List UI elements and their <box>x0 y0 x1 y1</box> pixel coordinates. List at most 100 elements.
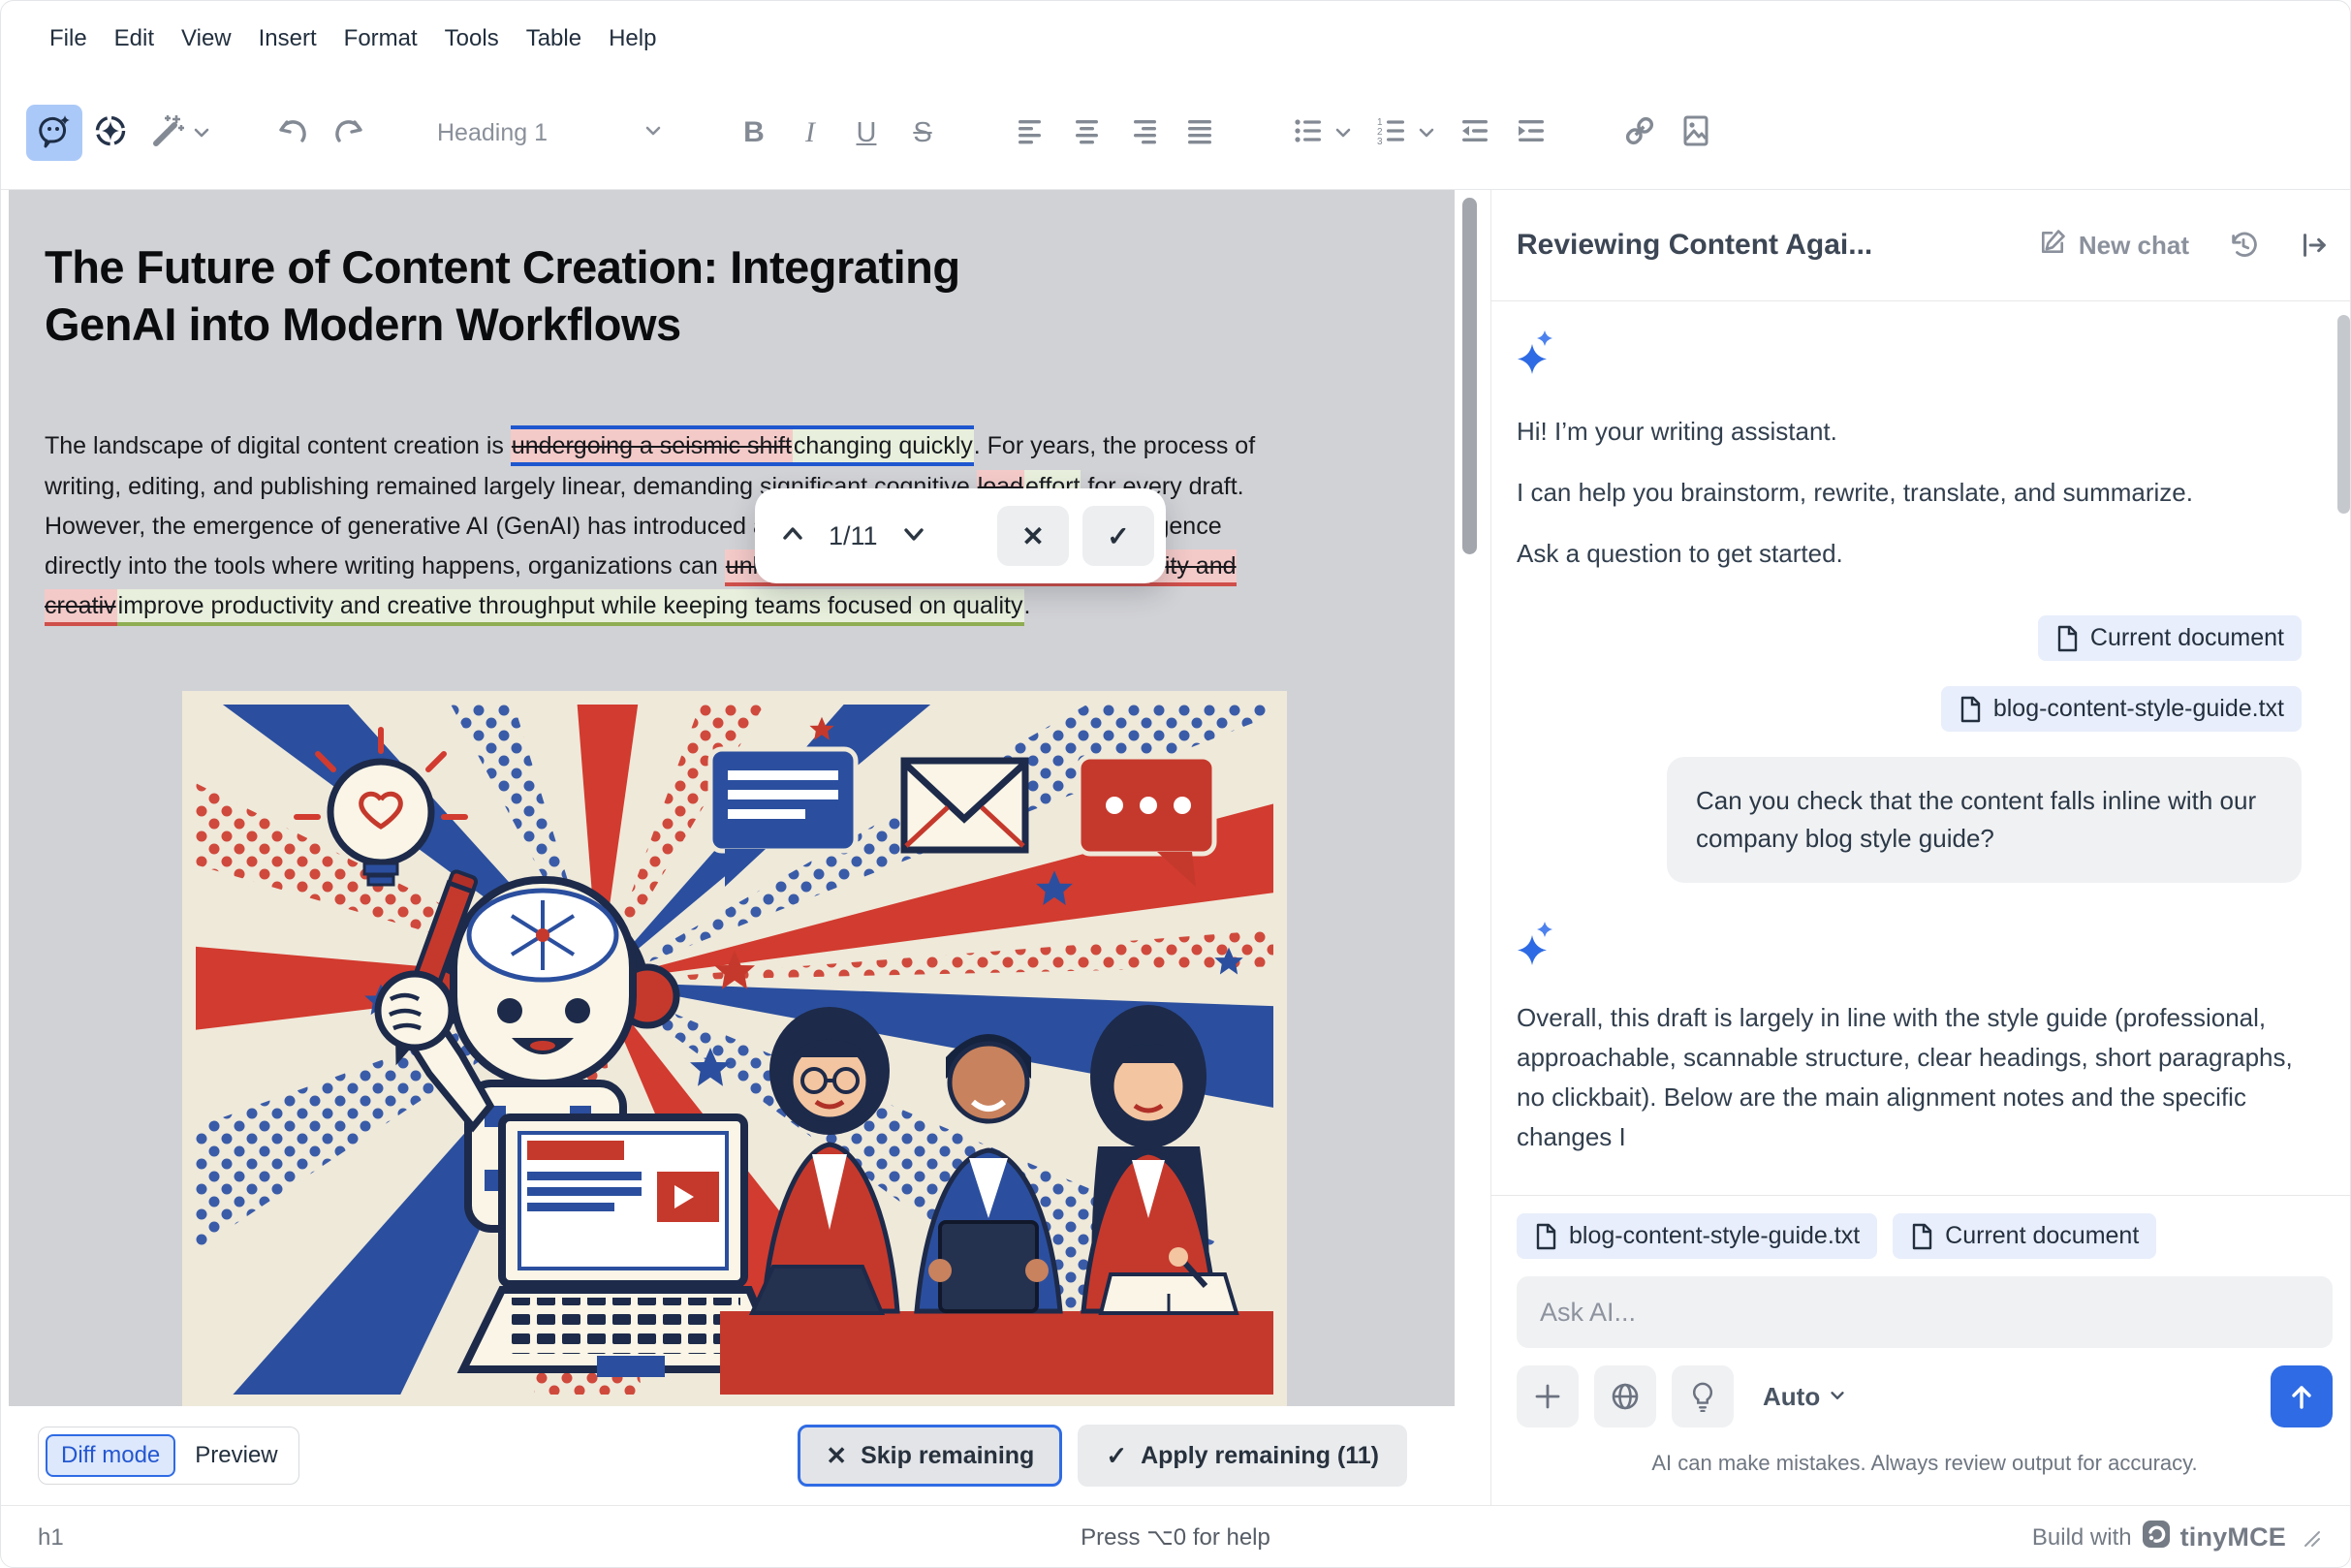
new-chat-button[interactable]: New chat <box>2038 228 2189 264</box>
bullet-list-button[interactable] <box>1280 105 1336 161</box>
align-left-button[interactable] <box>1003 105 1059 161</box>
italic-icon: I <box>805 116 815 149</box>
previous-diff-button[interactable] <box>778 519 807 553</box>
add-attachment-button[interactable] <box>1517 1365 1579 1427</box>
ai-shortcuts-icon <box>92 112 129 154</box>
apply-remaining-button[interactable]: ✓ Apply remaining (11) <box>1078 1425 1407 1487</box>
underline-button[interactable]: U <box>838 105 894 161</box>
numbered-list-icon: 123 <box>1374 113 1409 153</box>
format-select[interactable]: Heading 1 <box>429 105 674 161</box>
document-icon <box>1959 696 1982 723</box>
strikethrough-button[interactable]: S <box>894 105 951 161</box>
svg-text:3: 3 <box>1377 137 1383 147</box>
menu-view[interactable]: View <box>168 19 245 58</box>
send-button[interactable] <box>2271 1365 2333 1427</box>
diff-mode-tab[interactable]: Diff mode <box>46 1434 175 1477</box>
magic-wand-button[interactable] <box>139 105 195 161</box>
ai-assistant-button[interactable] <box>26 105 82 161</box>
diff-insertion-active[interactable]: changing quickly <box>793 425 974 466</box>
chevron-down-icon[interactable] <box>1332 122 1354 143</box>
assistant-message: Overall, this draft is largely in line w… <box>1517 998 2302 1157</box>
ai-sparkle-icon <box>1517 329 2302 382</box>
element-path[interactable]: h1 <box>38 1524 64 1552</box>
branding[interactable]: Build with tinyMCE <box>2032 1520 2286 1555</box>
link-button[interactable] <box>1612 105 1668 161</box>
next-diff-button[interactable] <box>899 519 928 553</box>
align-justify-button[interactable] <box>1172 105 1228 161</box>
align-left-icon <box>1014 113 1049 153</box>
toolbar: Heading 1 B I U S <box>1 77 2350 190</box>
diff-navigator: 1/11 ✕ ✓ <box>755 488 1166 583</box>
model-selector[interactable]: Auto <box>1763 1382 1847 1412</box>
assistant-greeting: Hi! I’m your writing assistant. <box>1517 413 2302 451</box>
check-icon: ✓ <box>1106 1441 1127 1471</box>
diff-insertion[interactable]: improve productivity and creative throug… <box>117 589 1024 626</box>
menu-tools[interactable]: Tools <box>431 19 513 58</box>
bold-icon: B <box>743 116 765 149</box>
redo-button[interactable] <box>321 105 377 161</box>
attachment-chip-style-guide[interactable]: blog-content-style-guide.txt <box>1941 686 2302 732</box>
document-illustration <box>182 691 1287 1406</box>
editor-canvas[interactable]: The Future of Content Creation: Integrat… <box>9 190 1455 1406</box>
menu-insert[interactable]: Insert <box>245 19 330 58</box>
indent-button[interactable] <box>1503 105 1559 161</box>
diff-deletion-active[interactable]: undergoing a seismic shift <box>511 425 793 466</box>
menu-help[interactable]: Help <box>595 19 670 58</box>
chat-scrollbar-thumb[interactable] <box>2337 315 2350 514</box>
suggestions-button[interactable] <box>1672 1365 1734 1427</box>
arrow-up-icon <box>2287 1382 2316 1411</box>
chevron-down-icon[interactable] <box>191 122 212 143</box>
history-icon[interactable] <box>2228 230 2259 261</box>
check-icon: ✓ <box>1107 520 1129 552</box>
diff-action-bar: Diff mode Preview ✕ Skip remaining ✓ App… <box>1 1406 1490 1505</box>
people-motif <box>720 1005 1287 1406</box>
compose-icon <box>2038 228 2067 264</box>
outdent-icon <box>1458 113 1492 153</box>
context-chips-row: blog-content-style-guide.txt Current doc… <box>1491 1195 2351 1267</box>
ai-assistant-sidebar: Reviewing Content Agai... New chat <box>1490 190 2351 1505</box>
menu-edit[interactable]: Edit <box>101 19 168 58</box>
preview-tab[interactable]: Preview <box>181 1436 291 1475</box>
menu-file[interactable]: File <box>36 19 101 58</box>
resize-handle-icon[interactable] <box>2302 1528 2321 1548</box>
skip-remaining-button[interactable]: ✕ Skip remaining <box>798 1425 1062 1487</box>
chat-title: Reviewing Content Agai... <box>1517 229 2038 262</box>
attachment-chip-current-document[interactable]: Current document <box>2038 615 2302 661</box>
collapse-sidebar-icon[interactable] <box>2298 230 2329 261</box>
ai-chat-icon <box>36 112 73 154</box>
outdent-button[interactable] <box>1447 105 1503 161</box>
undo-button[interactable] <box>265 105 321 161</box>
format-select-value: Heading 1 <box>437 119 548 147</box>
bold-button[interactable]: B <box>726 105 782 161</box>
ai-disclaimer: AI can make mistakes. Always review outp… <box>1491 1441 2351 1476</box>
align-center-button[interactable] <box>1059 105 1115 161</box>
chevron-down-icon <box>643 120 664 146</box>
align-right-icon <box>1126 113 1161 153</box>
editor-scrollbar[interactable] <box>1455 190 1490 1406</box>
web-search-button[interactable] <box>1594 1365 1656 1427</box>
document-icon <box>1910 1223 1933 1250</box>
close-icon: ✕ <box>826 1441 847 1471</box>
image-button[interactable] <box>1668 105 1724 161</box>
menu-table[interactable]: Table <box>513 19 595 58</box>
context-chip-style-guide[interactable]: blog-content-style-guide.txt <box>1517 1213 1877 1259</box>
reject-change-button[interactable]: ✕ <box>997 506 1069 566</box>
image-icon <box>1677 112 1714 154</box>
indent-icon <box>1514 113 1549 153</box>
ask-ai-input[interactable] <box>1540 1298 2309 1328</box>
context-chip-current-document[interactable]: Current document <box>1893 1213 2156 1259</box>
bullet-list-icon <box>1291 113 1326 153</box>
chevron-down-icon[interactable] <box>1416 122 1437 143</box>
close-icon: ✕ <box>1021 520 1044 552</box>
paragraph-text: . <box>1024 592 1031 619</box>
strikethrough-icon: S <box>913 117 931 149</box>
ai-shortcuts-button[interactable] <box>82 105 139 161</box>
editor-scrollbar-thumb[interactable] <box>1462 198 1477 554</box>
align-right-button[interactable] <box>1115 105 1172 161</box>
document-icon <box>2055 625 2079 652</box>
link-icon <box>1621 112 1658 154</box>
italic-button[interactable]: I <box>782 105 838 161</box>
menu-format[interactable]: Format <box>330 19 431 58</box>
numbered-list-button[interactable]: 123 <box>1364 105 1420 161</box>
accept-change-button[interactable]: ✓ <box>1082 506 1154 566</box>
